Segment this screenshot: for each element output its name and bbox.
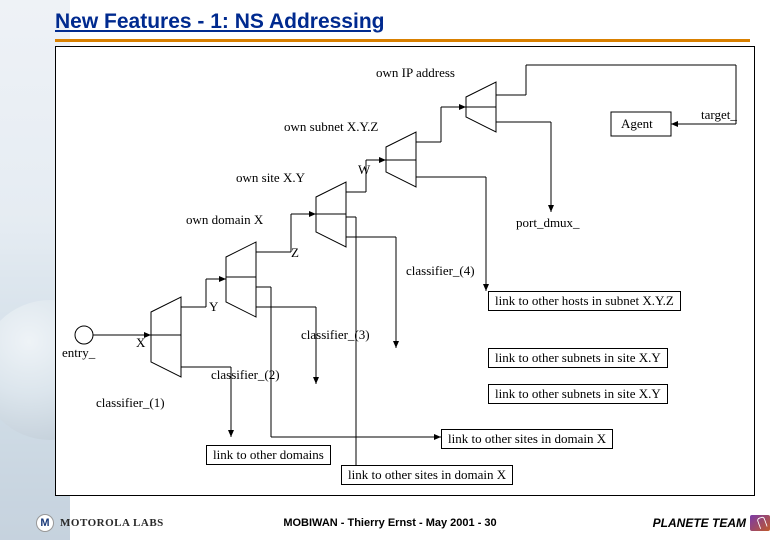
- label-own-site: own site X.Y: [236, 170, 305, 186]
- title-underline: [55, 39, 750, 42]
- label-agent: Agent: [621, 116, 653, 132]
- footer-right-text: PLANETE TEAM: [653, 516, 746, 530]
- label-port-dmux: port_dmux_: [516, 215, 580, 231]
- label-entry: entry_: [62, 345, 95, 361]
- footer: M MOTOROLA LABS MOBIWAN - Thierry Ernst …: [0, 512, 780, 534]
- institution-logo-icon: [750, 515, 770, 531]
- box-hosts-in-subnet: link to other hosts in subnet X.Y.Z: [488, 291, 681, 311]
- label-own-subnet: own subnet X.Y.Z: [284, 119, 378, 135]
- label-own-domain: own domain X: [186, 212, 263, 228]
- stage-y: Y: [209, 299, 218, 315]
- title-bar: New Features - 1: NS Addressing: [55, 10, 750, 42]
- box-other-domains: link to other domains: [206, 445, 331, 465]
- diagram-frame: own IP address own subnet X.Y.Z own site…: [55, 46, 755, 496]
- box-sites-in-domain-1: link to other sites in domain X: [441, 429, 613, 449]
- footer-right: PLANETE TEAM: [653, 515, 770, 531]
- box-subnets-in-site-1: link to other subnets in site X.Y: [488, 348, 668, 368]
- stage-w: W: [358, 162, 370, 178]
- label-own-ip: own IP address: [376, 65, 455, 81]
- label-classifier-3: classifier_(3): [301, 327, 370, 343]
- page-title: New Features - 1: NS Addressing: [55, 10, 750, 36]
- stage-z: Z: [291, 245, 299, 261]
- stage-x: X: [136, 335, 145, 351]
- label-classifier-4: classifier_(4): [406, 263, 475, 279]
- box-subnets-in-site-2: link to other subnets in site X.Y: [488, 384, 668, 404]
- label-target: target_: [701, 107, 737, 123]
- label-classifier-2: classifier_(2): [211, 367, 280, 383]
- box-sites-in-domain-2: link to other sites in domain X: [341, 465, 513, 485]
- label-classifier-1: classifier_(1): [96, 395, 165, 411]
